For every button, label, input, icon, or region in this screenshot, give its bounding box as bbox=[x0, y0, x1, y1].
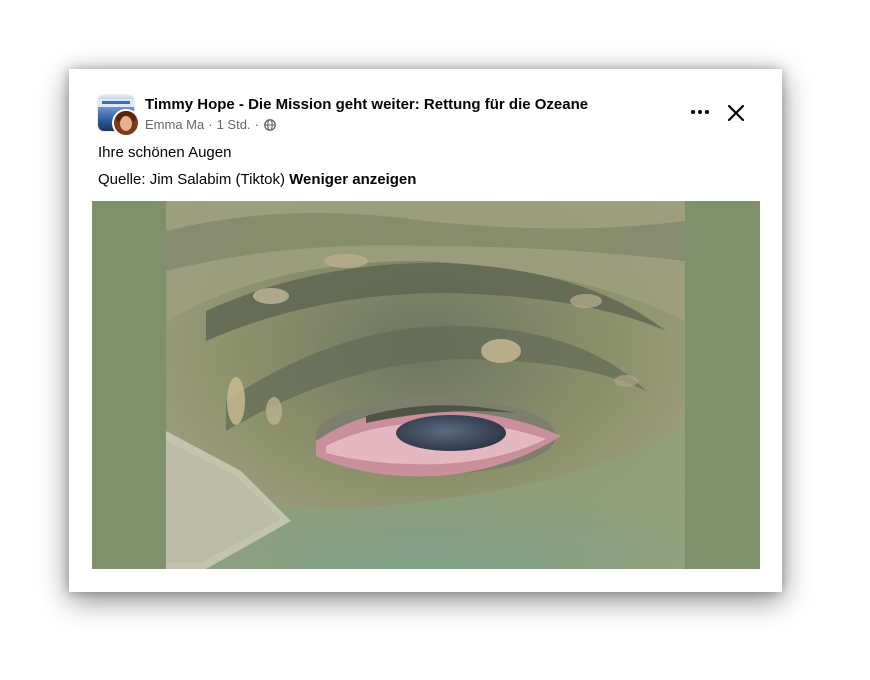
post-dialog: Timmy Hope - Die Mission geht weiter: Re… bbox=[69, 69, 782, 592]
meta-separator: · bbox=[254, 117, 259, 132]
close-button[interactable] bbox=[723, 100, 749, 126]
avatar-group[interactable] bbox=[98, 95, 140, 137]
close-icon bbox=[727, 104, 745, 122]
video-frame[interactable] bbox=[166, 201, 685, 569]
post-source: Quelle: Jim Salabim (Tiktok) Weniger anz… bbox=[98, 171, 416, 188]
page-name-link[interactable]: Timmy Hope - Die Mission geht weiter: Re… bbox=[145, 96, 588, 113]
post-time[interactable]: 1 Std. bbox=[217, 117, 251, 132]
post-meta: Emma Ma · 1 Std. · bbox=[145, 117, 276, 132]
user-avatar[interactable] bbox=[112, 109, 140, 137]
post-text: Ihre schönen Augen bbox=[98, 144, 232, 161]
source-text: Quelle: Jim Salabim (Tiktok) bbox=[98, 171, 285, 188]
see-less-link[interactable]: Weniger anzeigen bbox=[289, 171, 416, 188]
meta-separator: · bbox=[208, 117, 213, 132]
more-options-icon bbox=[691, 110, 709, 114]
author-link[interactable]: Emma Ma bbox=[145, 117, 204, 132]
media-container[interactable] bbox=[92, 201, 760, 569]
more-options-button[interactable] bbox=[687, 99, 713, 125]
globe-icon[interactable] bbox=[263, 118, 276, 131]
